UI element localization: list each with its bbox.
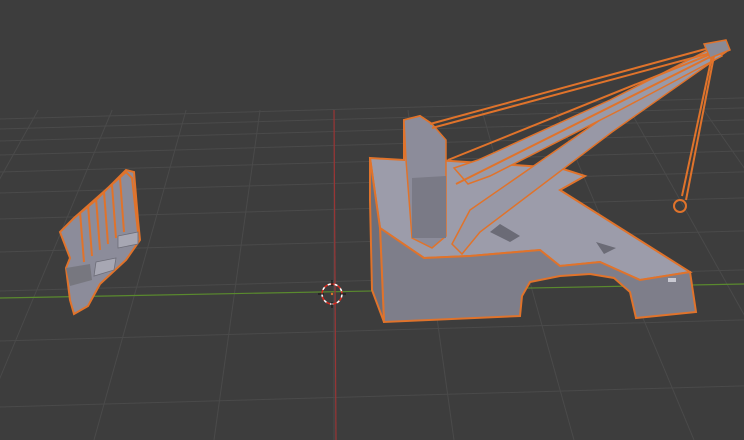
viewport-scene[interactable] xyxy=(0,0,744,440)
grid-line xyxy=(0,385,744,408)
grille-object[interactable] xyxy=(58,168,142,316)
grid-line xyxy=(0,109,39,180)
grid-line xyxy=(0,119,744,142)
grid-line xyxy=(0,319,744,342)
tow-truck-bed-object[interactable] xyxy=(368,39,731,324)
grid-line xyxy=(0,133,744,156)
grid-line xyxy=(213,109,261,440)
3d-viewport[interactable] xyxy=(0,0,744,440)
grid-line xyxy=(703,109,744,169)
3d-cursor[interactable] xyxy=(318,280,346,308)
